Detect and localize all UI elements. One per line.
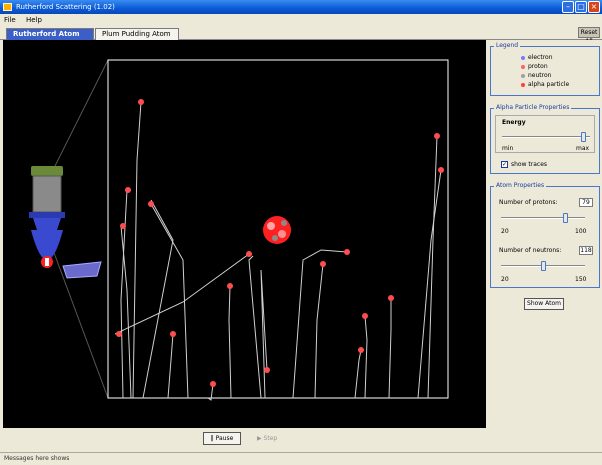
protons-slider-track[interactable] <box>501 217 585 219</box>
tab-bar: Rutherford Atom Plum Pudding Atom Reset … <box>0 26 602 45</box>
title-bar: Rutherford Scattering (1.02) – □ × <box>0 0 602 14</box>
alpha-particle <box>170 331 176 337</box>
alpha-properties-group: Alpha Particle Properties Energy min max… <box>490 104 600 174</box>
show-atom-button[interactable]: Show Atom <box>524 298 564 310</box>
protons-field[interactable]: 79 <box>579 198 593 207</box>
menu-bar: File Help <box>0 14 602 26</box>
alpha-trace <box>132 101 142 399</box>
window-title: Rutherford Scattering (1.02) <box>16 3 115 11</box>
show-traces-label: show traces <box>511 161 548 168</box>
protons-max-label: 100 <box>575 228 587 235</box>
simulation-canvas <box>29 59 449 401</box>
alpha-particle <box>210 381 216 387</box>
alpha-particle <box>320 261 326 267</box>
app-icon <box>3 3 12 11</box>
protons-slider-thumb[interactable] <box>563 213 568 223</box>
legend-item-alpha: alpha particle <box>521 81 569 89</box>
menu-help[interactable]: Help <box>26 16 42 24</box>
neutrons-max-label: 150 <box>575 276 587 283</box>
reset-all-button[interactable]: Reset All <box>578 27 600 45</box>
alpha-trace <box>354 349 362 399</box>
alpha-properties-title: Alpha Particle Properties <box>494 104 572 111</box>
alpha-trace <box>142 199 174 399</box>
control-panel: Legend electron proton neutron alpha par… <box>488 40 602 450</box>
minimize-button[interactable]: – <box>562 1 574 13</box>
alpha-particle <box>148 201 154 207</box>
alpha-particle <box>362 313 368 319</box>
protons-min-label: 20 <box>501 228 509 235</box>
alpha-particle <box>120 223 126 229</box>
step-button[interactable]: ▶ Step <box>257 432 289 445</box>
energy-slider-track[interactable] <box>502 136 590 138</box>
neutrons-label: Number of neutrons: <box>499 247 562 254</box>
alpha-trace <box>388 298 392 399</box>
legend-title: Legend <box>494 42 521 49</box>
legend-item-proton: proton <box>521 63 548 71</box>
legend-item-neutron: neutron <box>521 72 551 80</box>
menu-file[interactable]: File <box>4 16 16 24</box>
alpha-gun-icon <box>29 166 102 279</box>
alpha-traces <box>114 101 442 401</box>
simulation-area <box>3 40 486 428</box>
neutron-icon <box>521 73 525 78</box>
app-window: Rutherford Scattering (1.02) – □ × File … <box>0 0 602 465</box>
alpha-particle <box>227 283 233 289</box>
alpha-particle <box>434 133 440 139</box>
maximize-button[interactable]: □ <box>575 1 587 13</box>
alpha-particle-icon <box>521 82 525 87</box>
protons-label: Number of protons: <box>499 199 558 206</box>
alpha-trace <box>248 255 262 399</box>
energy-min-label: min <box>502 145 514 152</box>
alpha-particle <box>125 187 131 193</box>
projection-line-top <box>52 59 109 171</box>
alpha-trace <box>292 249 348 399</box>
alpha-trace <box>260 269 268 399</box>
alpha-particle <box>116 331 122 337</box>
energy-slider-thumb[interactable] <box>580 132 586 142</box>
alpha-trace <box>167 333 174 399</box>
alpha-trace <box>364 315 368 399</box>
energy-label: Energy <box>502 119 526 126</box>
alpha-particle <box>264 367 270 373</box>
neutrons-field[interactable]: 118 <box>579 246 593 255</box>
legend-item-electron: electron <box>521 54 553 62</box>
alpha-trace <box>120 189 128 399</box>
alpha-particle <box>358 347 364 353</box>
alpha-particle <box>388 295 394 301</box>
nucleus-icon <box>263 216 291 244</box>
tab-rutherford-atom[interactable]: Rutherford Atom <box>6 28 94 40</box>
atom-properties-group: Atom Properties Number of protons: 79 20… <box>490 182 600 288</box>
legend-group: Legend electron proton neutron alpha par… <box>490 42 600 96</box>
close-button[interactable]: × <box>588 1 600 13</box>
proton-icon <box>521 64 525 69</box>
neutrons-slider-thumb[interactable] <box>541 261 546 271</box>
alpha-particle <box>438 167 444 173</box>
alpha-trace <box>228 285 232 399</box>
energy-max-label: max <box>576 145 590 152</box>
energy-control: Energy min max <box>495 115 595 153</box>
playback-controls: ‖ Pause ▶ Step <box>3 428 486 450</box>
status-bar: Messages here shows <box>0 452 602 465</box>
alpha-trace <box>427 135 438 399</box>
pause-button[interactable]: ‖ Pause <box>203 432 241 445</box>
neutrons-min-label: 20 <box>501 276 509 283</box>
atom-properties-title: Atom Properties <box>494 182 547 189</box>
show-traces-checkbox[interactable]: ✓ <box>501 161 508 168</box>
alpha-particle <box>344 249 350 255</box>
tab-plum-pudding-atom[interactable]: Plum Pudding Atom <box>95 28 179 40</box>
alpha-particle <box>138 99 144 105</box>
alpha-trace <box>314 263 324 399</box>
alpha-particle <box>246 251 252 257</box>
electron-icon <box>521 55 525 60</box>
